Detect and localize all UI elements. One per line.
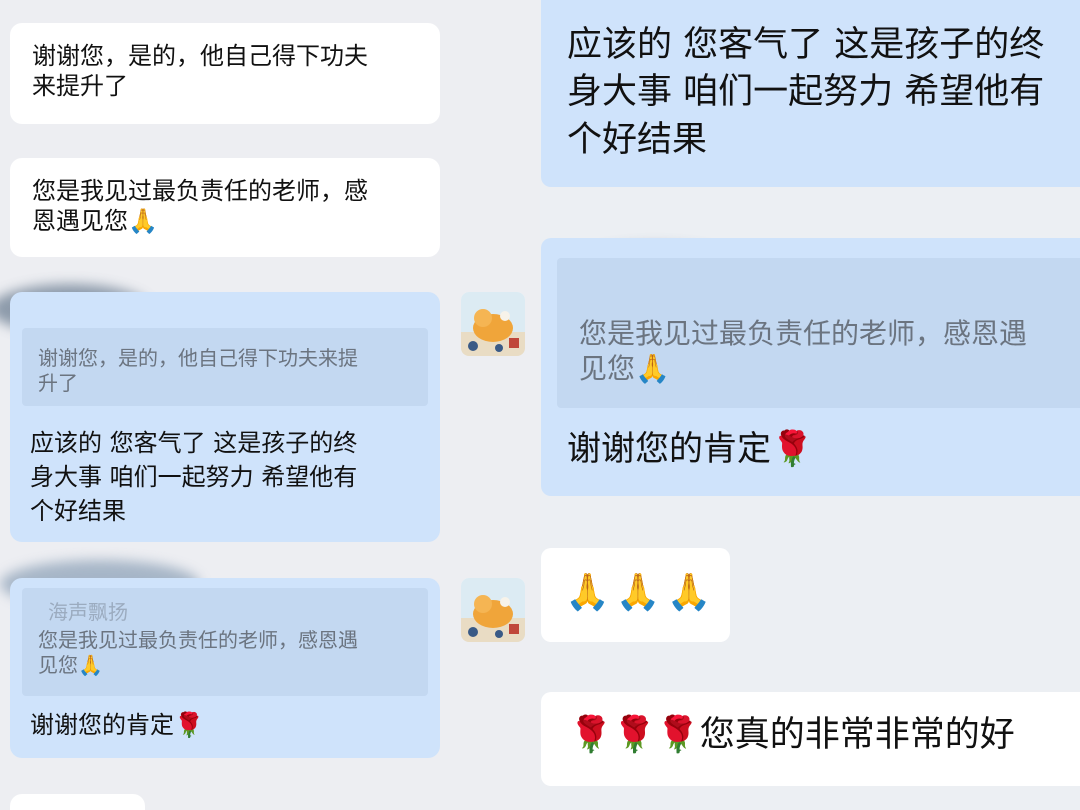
quoted-message[interactable]: 谢谢您，是的，他自己得下功夫来提 升了: [22, 328, 428, 406]
quoted-text: 您是我见过最负责任的老师，感恩遇 见您🙏: [38, 628, 358, 677]
reply-bubble[interactable]: 您是我见过最负责任的老师，感恩遇 见您🙏 谢谢您的肯定🌹: [541, 238, 1080, 496]
message-bubble[interactable]: [10, 794, 145, 810]
quoted-sender-name: 海声飘扬: [48, 600, 128, 624]
message-bubble[interactable]: 🌹🌹🌹您真的非常非常的好: [541, 692, 1080, 786]
message-text: 谢谢您的肯定🌹: [30, 711, 204, 739]
avatar[interactable]: [461, 292, 525, 356]
message-text: 您是我见过最负责任的老师，感 恩遇见您🙏: [32, 177, 368, 235]
quoted-message[interactable]: 海声飘扬 您是我见过最负责任的老师，感恩遇 见您🙏: [22, 588, 428, 696]
message-text: 应该的 您客气了 这是孩子的终 身大事 咱们一起努力 希望他有 个好结果: [567, 25, 1045, 160]
reply-bubble[interactable]: 海声飘扬 您是我见过最负责任的老师，感恩遇 见您🙏 谢谢您的肯定🌹: [10, 578, 440, 758]
quoted-text: 您是我见过最负责任的老师，感恩遇 见您🙏: [579, 317, 1028, 385]
message-bubble[interactable]: 🙏🙏🙏: [541, 548, 730, 642]
message-bubble[interactable]: 应该的 您客气了 这是孩子的终 身大事 咱们一起努力 希望他有 个好结果: [541, 0, 1080, 187]
message-text: 🙏🙏🙏: [565, 572, 718, 613]
message-text: 应该的 您客气了 这是孩子的终 身大事 咱们一起努力 希望他有 个好结果: [30, 429, 358, 526]
message-bubble[interactable]: 谢谢您，是的，他自己得下功夫 来提升了: [10, 23, 440, 124]
left-chat-pane: 谢谢您，是的，他自己得下功夫 来提升了 您是我见过最负责任的老师，感 恩遇见您🙏…: [0, 0, 540, 810]
reply-bubble[interactable]: 谢谢您，是的，他自己得下功夫来提 升了 应该的 您客气了 这是孩子的终 身大事 …: [10, 292, 440, 542]
message-bubble[interactable]: 您是我见过最负责任的老师，感 恩遇见您🙏: [10, 158, 440, 257]
quoted-text: 谢谢您，是的，他自己得下功夫来提 升了: [38, 346, 358, 395]
right-chat-pane: 应该的 您客气了 这是孩子的终 身大事 咱们一起努力 希望他有 个好结果 您是我…: [540, 0, 1080, 810]
cat-avatar-icon: [461, 578, 525, 642]
message-text: 谢谢您，是的，他自己得下功夫 来提升了: [32, 42, 368, 100]
message-text: 谢谢您的肯定🌹: [567, 429, 814, 469]
cat-avatar-icon: [461, 292, 525, 356]
message-text: 🌹🌹🌹您真的非常非常的好: [569, 715, 1015, 755]
quoted-message[interactable]: 您是我见过最负责任的老师，感恩遇 见您🙏: [557, 258, 1080, 408]
avatar[interactable]: [461, 578, 525, 642]
